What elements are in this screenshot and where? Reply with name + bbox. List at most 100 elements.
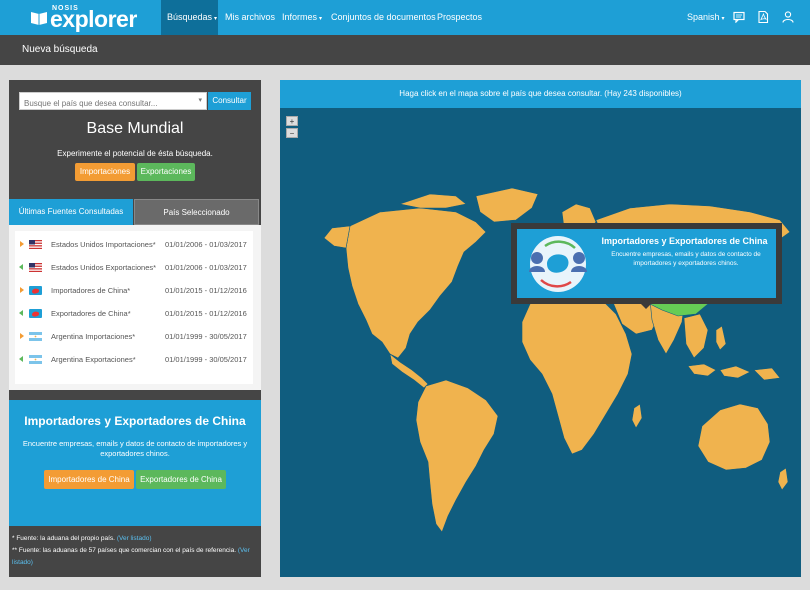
source-name: Estados Unidos Importaciones* [51, 240, 156, 249]
promo-title: Importadores y Exportadores de China [24, 414, 246, 428]
popup-text: Encuentre empresas, emails y datos de co… [611, 251, 761, 267]
source-dates: 01/01/1999 - 30/05/2017 [165, 332, 247, 341]
source-dates: 01/01/2006 - 01/03/2017 [165, 240, 247, 249]
alaska-shape [323, 225, 351, 249]
page-subheader: Nueva búsqueda [0, 35, 810, 65]
ver-listado-link[interactable]: (Ver listado) [117, 535, 152, 542]
nav-busquedas[interactable]: Búsquedas ▾ [161, 0, 218, 35]
chat-icon[interactable] [733, 11, 745, 23]
china-popup[interactable]: Importadores y Exportadores de China Enc… [511, 223, 782, 304]
greenland-shape [475, 187, 539, 223]
tab-pais-seleccionado[interactable]: País Seleccionado [134, 199, 259, 225]
importadores-china-button[interactable]: Importadores de China [44, 470, 134, 489]
north-america-shape [345, 207, 487, 359]
africa-shape [521, 293, 633, 455]
list-item[interactable]: Importadores de China* 01/01/2015 - 01/1… [15, 280, 253, 302]
usa-flag-icon [29, 263, 42, 272]
central-america-shape [389, 353, 429, 389]
language-label: Spanish [687, 12, 720, 22]
export-arrow-icon [19, 310, 23, 316]
base-mundial-subtitle: Experimente el potencial de ésta búsqued… [57, 149, 213, 158]
caret-down-icon: ▾ [214, 16, 218, 22]
user-icon[interactable] [782, 11, 794, 23]
china-promo-box: Importadores y Exportadores de China Enc… [9, 400, 261, 526]
ver-listado-link[interactable]: listado) [12, 559, 33, 566]
base-mundial-title: Base Mundial [86, 120, 184, 137]
footnote-1: * Fuente: la aduana del propio país. (Ve… [12, 535, 152, 542]
importers-exporters-illustration-icon [529, 236, 587, 292]
exportaciones-button[interactable]: Exportaciones [137, 163, 195, 181]
philippines-shape [715, 325, 727, 351]
ver-listado-link[interactable]: (Ver [238, 547, 250, 554]
exportadores-china-button[interactable]: Exportadores de China [136, 470, 226, 489]
import-arrow-icon [20, 287, 24, 293]
import-arrow-icon [20, 333, 24, 339]
tab-ultimas-fuentes[interactable]: Últimas Fuentes Consultadas [9, 199, 133, 225]
footnote-1-text: * Fuente: la aduana del propio país. [12, 535, 115, 542]
source-dates: 01/01/1999 - 30/05/2017 [165, 355, 247, 364]
footnote-2-text: ** Fuente: las aduanas de 57 países que … [12, 547, 237, 554]
consultar-button[interactable]: Consultar [208, 92, 251, 110]
pdf-icon[interactable] [757, 11, 769, 23]
argentina-flag-icon [29, 355, 42, 364]
page-title: Nueva búsqueda [22, 44, 98, 55]
top-navbar: NOSIS explorer Búsquedas ▾ Mis archivos I… [0, 0, 810, 35]
nosis-explorer-logo[interactable]: NOSIS explorer [30, 4, 152, 31]
world-map[interactable] [280, 108, 801, 577]
argentina-flag-icon [29, 332, 42, 341]
australia-shape [697, 403, 771, 471]
sources-list-container: Estados Unidos Importaciones* 01/01/2006… [9, 225, 261, 390]
china-popup-inner: Importadores y Exportadores de China Enc… [517, 229, 776, 298]
china-map-flag-icon [29, 286, 42, 295]
list-item[interactable]: Exportadores de China* 01/01/2015 - 01/1… [15, 303, 253, 325]
nav-busquedas-label: Búsquedas [167, 12, 213, 22]
indonesia-shape [687, 363, 781, 381]
list-item[interactable]: Estados Unidos Exportaciones* 01/01/2006… [15, 257, 253, 279]
logo-big-text: explorer [50, 6, 137, 32]
footnote-2: ** Fuente: las aduanas de 57 países que … [12, 547, 250, 554]
nav-conjuntos-label: Conjuntos de documentos [331, 12, 436, 22]
source-name: Estados Unidos Exportaciones* [51, 263, 157, 272]
caret-down-icon: ▾ [721, 16, 725, 22]
importaciones-button[interactable]: Importaciones [75, 163, 135, 181]
nav-mis-archivos-label: Mis archivos [225, 12, 276, 22]
export-arrow-icon [19, 264, 23, 270]
language-selector[interactable]: Spanish ▾ [687, 0, 725, 35]
chevron-down-icon[interactable]: ▾ [198, 96, 202, 104]
south-america-shape [415, 379, 499, 533]
nav-prospectos[interactable]: Prospectos [437, 0, 482, 35]
source-dates: 01/01/2006 - 01/03/2017 [165, 263, 247, 272]
nav-mis-archivos[interactable]: Mis archivos [225, 0, 275, 35]
nav-informes-label: Informes [282, 12, 318, 22]
china-map-flag-icon [29, 309, 42, 318]
new-zealand-shape [777, 467, 789, 491]
book-logo-icon [31, 12, 47, 25]
source-name: Argentina Exportaciones* [51, 355, 136, 364]
popup-tip [640, 303, 652, 309]
source-name: Importadores de China* [51, 286, 131, 295]
world-map-panel: Haga click en el mapa sobre el país que … [280, 80, 801, 577]
export-arrow-icon [19, 356, 23, 362]
list-item[interactable]: Argentina Exportaciones* 01/01/1999 - 30… [15, 349, 253, 371]
madagascar-shape [631, 403, 643, 429]
usa-flag-icon [29, 240, 42, 249]
footnote-2-continued: listado) [12, 559, 33, 566]
map-instruction: Haga click en el mapa sobre el país que … [280, 80, 801, 108]
list-item[interactable]: Argentina Importaciones* 01/01/1999 - 30… [15, 326, 253, 348]
source-dates: 01/01/2015 - 01/12/2016 [165, 309, 247, 318]
popup-title: Importadores y Exportadores de China [601, 236, 768, 246]
source-name: Exportadores de China* [51, 309, 131, 318]
country-search-box[interactable]: ▾ [19, 92, 207, 112]
nav-informes[interactable]: Informes ▾ [282, 0, 322, 35]
country-search-input[interactable] [20, 95, 200, 112]
source-dates: 01/01/2015 - 01/12/2016 [165, 286, 247, 295]
southeast-asia-shape [683, 313, 709, 359]
nav-conjuntos[interactable]: Conjuntos de documentos [331, 0, 436, 35]
import-arrow-icon [20, 241, 24, 247]
sources-list: Estados Unidos Importaciones* 01/01/2006… [15, 231, 253, 384]
list-item[interactable]: Estados Unidos Importaciones* 01/01/2006… [15, 234, 253, 256]
promo-text: Encuentre empresas, emails y datos de co… [22, 439, 248, 458]
left-panel: ▾ Consultar Base Mundial Experimente el … [9, 80, 261, 577]
arctic-islands-shape [398, 193, 467, 209]
source-name: Argentina Importaciones* [51, 332, 136, 341]
